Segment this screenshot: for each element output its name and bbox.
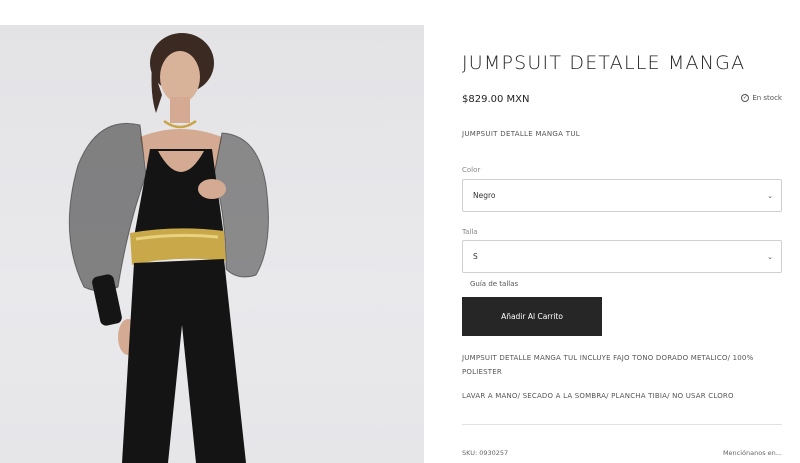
- product-subtitle: JUMPSUIT DETALLE MANGA TUL: [462, 130, 580, 138]
- color-label: Color: [462, 166, 481, 174]
- product-sku: SKU: 0930257: [462, 449, 509, 457]
- chevron-down-icon: ⌄: [767, 191, 773, 200]
- size-select-value: S: [473, 252, 478, 261]
- product-details-panel: JUMPSUIT DETALLE MANGA $829.00 MXN ✓ En …: [462, 0, 782, 463]
- care-instructions: LAVAR A MANO/ SECADO A LA SOMBRA/ PLANCH…: [462, 392, 734, 400]
- product-photo[interactable]: [0, 25, 424, 463]
- add-to-cart-button[interactable]: Añadir Al Carrito: [462, 297, 602, 336]
- chevron-down-icon: ⌄: [767, 252, 773, 261]
- check-circle-icon: ✓: [741, 94, 750, 102]
- product-price: $829.00 MXN: [462, 94, 530, 105]
- model-illustration: [68, 33, 269, 463]
- product-description: JUMPSUIT DETALLE MANGA TUL INCLUYE FAJO …: [462, 354, 754, 376]
- mention-us-link[interactable]: Menciónanos en...: [723, 449, 782, 457]
- color-select[interactable]: Negro ⌄: [462, 179, 782, 212]
- product-title: JUMPSUIT DETALLE MANGA: [462, 52, 746, 74]
- stock-status: ✓ En stock: [741, 94, 782, 102]
- size-guide-link[interactable]: Guía de tallas: [470, 280, 518, 288]
- size-label: Talla: [462, 228, 478, 236]
- color-select-value: Negro: [473, 191, 496, 200]
- size-select[interactable]: S ⌄: [462, 240, 782, 273]
- divider: [462, 424, 782, 425]
- stock-label: En stock: [752, 94, 782, 102]
